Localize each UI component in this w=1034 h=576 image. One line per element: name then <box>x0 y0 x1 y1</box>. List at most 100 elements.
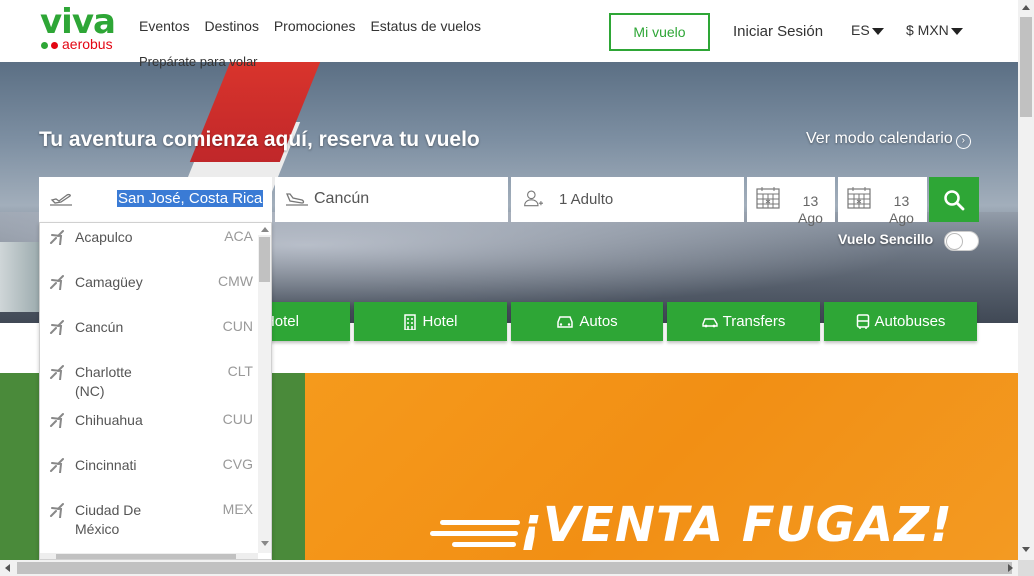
language-value: ES <box>851 22 870 38</box>
dropdown-code: MEX <box>222 501 253 517</box>
flash-sale-text: ¡VENTA FUGAZ! <box>520 497 953 553</box>
nav-item-eventos[interactable]: Eventos <box>139 18 190 34</box>
scroll-up-icon[interactable] <box>1022 5 1030 10</box>
search-icon <box>944 189 965 210</box>
landing-icon <box>286 193 308 206</box>
caret-down-icon <box>950 27 963 35</box>
depart-date-field[interactable]: 13 Ago <box>747 177 835 226</box>
page-vertical-scroll-thumb[interactable] <box>1020 17 1032 117</box>
plane-icon <box>50 275 64 290</box>
return-date-field[interactable]: 13 Ago <box>838 177 927 226</box>
return-day: 13 <box>893 193 910 209</box>
toggle-knob <box>946 233 963 250</box>
nav-item-promociones[interactable]: Promociones <box>274 18 356 34</box>
currency-value: $ MXN <box>906 22 949 38</box>
origin-dropdown[interactable]: Acapulco ACA Camagüey CMW Cancún CUN Cha… <box>39 222 272 560</box>
tab-autobuses-label: Autobuses <box>874 313 946 330</box>
plane-icon <box>50 458 64 473</box>
currency-selector[interactable]: $ MXN <box>906 22 963 38</box>
dropdown-city: Cincinnati <box>75 457 137 473</box>
dropdown-city: Camagüey <box>75 274 143 290</box>
language-selector[interactable]: ES <box>851 22 884 38</box>
calendar-mode-link[interactable]: Ver modo calendario › <box>806 130 971 149</box>
dropdown-city: Ciudad De México <box>75 502 142 537</box>
destination-input-value[interactable]: Cancún <box>314 190 369 208</box>
passengers-value: 1 Adulto <box>559 191 614 208</box>
logo-dot-red <box>51 42 58 49</box>
dropdown-code: ACA <box>224 228 253 244</box>
list-item[interactable]: Charlotte (NC) CLT <box>40 358 258 403</box>
tab-autobuses[interactable]: Autobuses <box>824 302 977 341</box>
speed-line <box>440 520 520 525</box>
depart-date-text: 13 Ago <box>798 193 823 227</box>
tab-autos[interactable]: Autos <box>511 302 663 341</box>
hero-title: Tu aventura comienza aquí, reserva tu vu… <box>39 128 480 151</box>
list-item[interactable]: Camagüey CMW <box>40 268 258 313</box>
calendar-mode-label: Ver modo calendario <box>806 130 953 147</box>
nav-item-preparate[interactable]: Prepárate para volar <box>139 54 258 69</box>
origin-input-value[interactable]: San José, Costa Rica <box>117 190 264 207</box>
site-header: viva aerobus Eventos Destinos Promocione… <box>0 0 1018 62</box>
logo-dot-green <box>41 42 48 49</box>
search-button[interactable] <box>929 177 979 222</box>
page-horizontal-scroll-thumb[interactable] <box>17 562 1012 574</box>
tab-transfers[interactable]: Transfers <box>667 302 820 341</box>
chevron-right-circle-icon: › <box>955 134 971 149</box>
caret-down-icon <box>871 27 884 35</box>
takeoff-icon <box>50 193 72 206</box>
tab-hotel-label: Hotel <box>422 313 458 330</box>
list-item[interactable]: Cancún CUN <box>40 313 258 358</box>
dropdown-city: Acapulco <box>75 229 133 245</box>
login-link[interactable]: Iniciar Sesión <box>733 23 823 40</box>
plane-icon <box>50 413 64 428</box>
passengers-field[interactable]: 1 Adulto <box>511 177 744 222</box>
nav-item-estatus[interactable]: Estatus de vuelos <box>370 18 481 34</box>
plane-icon <box>50 365 64 380</box>
depart-month: Ago <box>798 210 823 226</box>
viva-aerobus-logo[interactable]: viva aerobus <box>40 2 130 56</box>
dropdown-code: CVG <box>222 456 253 472</box>
plane-icon <box>50 503 64 518</box>
dropdown-city: Cancún <box>75 319 124 335</box>
list-item[interactable]: Acapulco ACA <box>40 223 258 268</box>
dropdown-code: CLT <box>227 363 253 379</box>
dropdown-code: CUN <box>222 318 253 334</box>
one-way-toggle[interactable] <box>944 231 979 251</box>
scroll-down-icon[interactable] <box>1022 547 1030 552</box>
tab-autos-label: Autos <box>579 313 618 330</box>
dropdown-scrollbar[interactable] <box>258 235 271 553</box>
my-flight-button[interactable]: Mi vuelo <box>609 13 710 51</box>
return-date-text: 13 Ago <box>889 193 914 227</box>
list-item[interactable]: Chihuahua CUU <box>40 406 258 451</box>
dropdown-city: Charlotte (NC) <box>75 364 132 399</box>
speed-line <box>452 542 516 547</box>
plane-icon <box>50 230 64 245</box>
list-item[interactable]: Ciudad De México MEX <box>40 496 258 541</box>
shuttle-icon <box>701 317 718 327</box>
logo-subtitle: aerobus <box>62 36 113 52</box>
main-nav: Eventos Destinos Promociones Estatus de … <box>139 18 492 34</box>
depart-day: 13 <box>802 193 819 209</box>
building-icon <box>404 313 417 330</box>
speed-line <box>430 531 518 536</box>
dropdown-scroll-thumb[interactable] <box>259 237 270 282</box>
tab-transfers-label: Transfers <box>722 313 786 330</box>
origin-field[interactable]: San José, Costa Rica <box>39 177 272 222</box>
calendar-icon <box>756 187 780 209</box>
list-item[interactable]: Cincinnati CVG <box>40 451 258 496</box>
scroll-down-icon[interactable] <box>261 541 269 546</box>
scroll-up-icon[interactable] <box>261 227 269 232</box>
scroll-left-icon[interactable] <box>5 564 10 572</box>
bus-icon <box>856 313 869 329</box>
tab-hotel[interactable]: Hotel <box>354 302 507 341</box>
scroll-right-icon[interactable] <box>1008 564 1013 572</box>
calendar-icon <box>847 187 871 209</box>
dropdown-code: CUU <box>222 411 253 427</box>
car-icon <box>557 315 574 328</box>
dropdown-city: Chihuahua <box>75 412 143 428</box>
scrollbar-corner <box>1018 560 1034 576</box>
plane-icon <box>50 320 64 335</box>
return-month: Ago <box>889 210 914 226</box>
nav-item-destinos[interactable]: Destinos <box>204 18 258 34</box>
destination-field[interactable]: Cancún <box>275 177 508 222</box>
